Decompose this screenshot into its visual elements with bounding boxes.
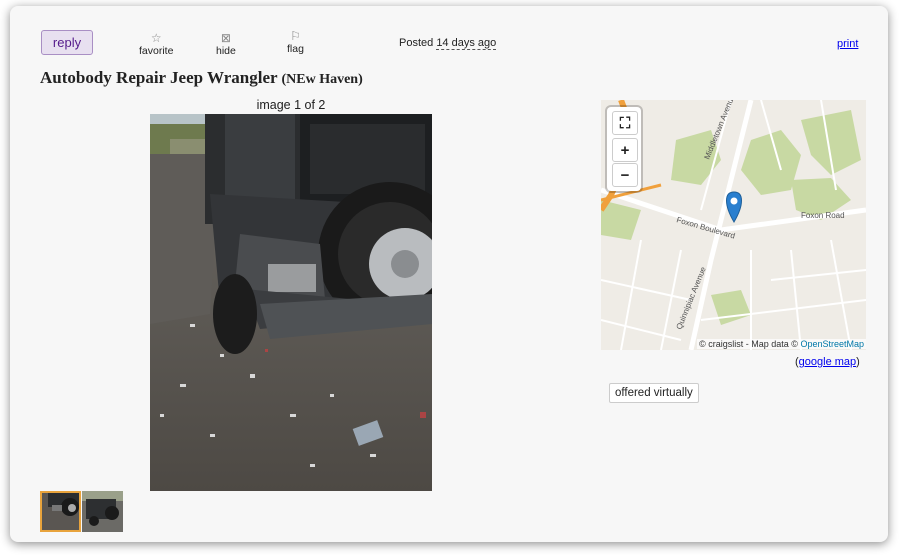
- posting-title: Autobody Repair Jeep Wrangler (NEw Haven…: [40, 68, 363, 88]
- favorite-button[interactable]: ☆ favorite: [139, 31, 173, 57]
- offered-virtually-tag: offered virtually: [609, 383, 699, 403]
- flag-icon: ⚐: [290, 29, 301, 43]
- title-text: Autobody Repair Jeep Wrangler: [40, 68, 278, 87]
- image-counter: image 1 of 2: [256, 98, 326, 112]
- hide-button[interactable]: ⊠ hide: [216, 31, 236, 57]
- flag-button[interactable]: ⚐ flag: [287, 29, 304, 55]
- zoom-out-button[interactable]: −: [612, 163, 638, 187]
- posted-date: Posted 14 days ago: [399, 37, 497, 50]
- main-photo[interactable]: [150, 114, 432, 491]
- fullscreen-icon: ⛶: [619, 114, 631, 132]
- fullscreen-button[interactable]: ⛶: [612, 111, 638, 135]
- thumbnail-1[interactable]: [40, 491, 81, 532]
- thumbnail-2[interactable]: [82, 491, 123, 532]
- map-attribution: © craigslist - Map data © OpenStreetMap: [697, 339, 866, 349]
- thumbnail-2-image: [82, 491, 123, 532]
- posting-location: (NEw Haven): [281, 72, 363, 87]
- posted-prefix: Posted: [399, 37, 434, 49]
- posted-ago: 14 days ago: [436, 37, 497, 50]
- reply-button[interactable]: reply: [41, 30, 93, 55]
- google-map-link[interactable]: google map: [799, 356, 857, 368]
- thumbnail-1-image: [40, 491, 81, 532]
- favorite-label: favorite: [139, 45, 174, 57]
- street-label-foxon-road: Foxon Road: [801, 211, 845, 220]
- hide-label: hide: [216, 45, 236, 57]
- attribution-text: © craigslist - Map data ©: [699, 339, 798, 349]
- zoom-in-button[interactable]: +: [612, 138, 638, 162]
- print-link[interactable]: print: [837, 38, 858, 50]
- hide-icon: ⊠: [220, 31, 231, 45]
- jeep-photo-image: [150, 114, 432, 491]
- flag-label: flag: [287, 43, 304, 55]
- google-map-link-wrapper: (google map): [795, 356, 860, 368]
- star-icon: ☆: [150, 31, 162, 45]
- openstreetmap-link[interactable]: OpenStreetMap: [800, 339, 864, 349]
